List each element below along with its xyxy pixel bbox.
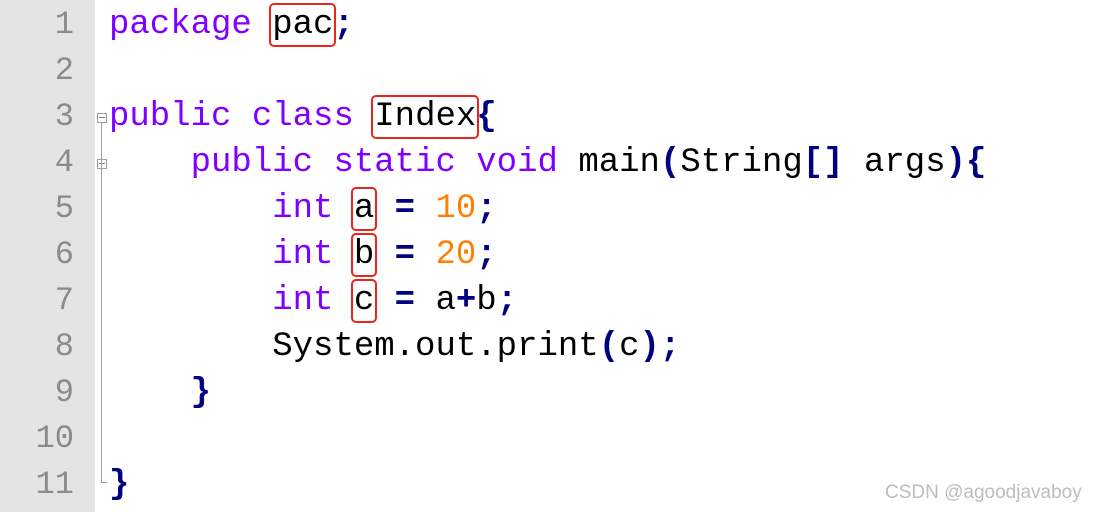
code-line[interactable]: 3 public class Index{	[0, 94, 1107, 140]
identifier-token: b	[476, 282, 497, 320]
identifier-token: main	[578, 144, 660, 182]
code-text: }	[109, 370, 211, 416]
line-number: 11	[35, 466, 74, 503]
code-line[interactable]: 6 int b = 20;	[0, 232, 1107, 278]
code-line[interactable]: 8 System.out.print(c);	[0, 324, 1107, 370]
operator-token: ;	[659, 328, 681, 366]
highlighted-identifier: pac	[269, 3, 337, 47]
line-number: 2	[54, 52, 74, 89]
identifier-token: System.out.print	[272, 328, 599, 366]
code-line[interactable]: 2	[0, 48, 1107, 94]
highlighted-identifier: a	[350, 187, 378, 231]
keyword-token: class	[251, 98, 354, 136]
code-text: int b = 20;	[109, 232, 497, 278]
fold-toggle-icon[interactable]	[97, 113, 107, 123]
keyword-token: public	[109, 98, 232, 136]
code-line[interactable]: 10	[0, 416, 1107, 462]
fold-toggle-icon[interactable]	[97, 159, 107, 169]
line-number: 9	[54, 374, 74, 411]
line-number: 1	[54, 6, 74, 43]
operator-token: {	[476, 98, 497, 136]
operator-token: ;	[476, 190, 497, 228]
keyword-token: int	[272, 236, 334, 274]
code-line[interactable]: 9 }	[0, 370, 1107, 416]
code-line[interactable]: 7 int c = a+b;	[0, 278, 1107, 324]
line-number: 6	[54, 236, 74, 273]
operator-token: (	[659, 144, 681, 182]
operator-token: )	[945, 144, 967, 182]
operator-token: =	[394, 282, 416, 320]
operator-token: {	[966, 144, 987, 182]
operator-token: +	[455, 282, 477, 320]
operator-token: =	[394, 190, 416, 228]
watermark-text: CSDN @agoodjavaboy ⁡	[884, 482, 1087, 503]
line-number: 10	[35, 420, 74, 457]
code-text: int c = a+b;	[109, 278, 517, 324]
operator-token: =	[394, 236, 416, 274]
code-text: public class Index{	[109, 94, 497, 140]
operator-token: (	[598, 328, 620, 366]
highlighted-identifier: b	[350, 233, 378, 277]
code-line[interactable]: 5 int a = 10;	[0, 186, 1107, 232]
line-number: 8	[54, 328, 74, 365]
code-editor[interactable]: 1 package pac; 2 3 public class Index{4 publ…	[0, 0, 1107, 512]
line-number: 7	[54, 282, 74, 319]
line-number: 5	[54, 190, 74, 227]
code-line[interactable]: 1 package pac;	[0, 2, 1107, 48]
operator-token: }	[190, 374, 212, 412]
operator-token: []	[802, 144, 844, 182]
code-text: package pac;	[109, 2, 354, 48]
fold-guide-line	[101, 122, 102, 482]
line-number: 4	[54, 144, 74, 181]
code-line[interactable]: 4 public static void main(String[] args)…	[0, 140, 1107, 186]
code-text: System.out.print(c);	[109, 324, 680, 370]
keyword-token: int	[272, 282, 334, 320]
operator-token: }	[109, 466, 130, 504]
operator-token: ;	[496, 282, 518, 320]
identifier-token: args	[863, 144, 946, 182]
number-token: 20	[435, 236, 477, 274]
code-text: int a = 10;	[109, 186, 497, 232]
code-text: public static void main(String[] args){	[109, 140, 987, 186]
identifier-token: a	[435, 282, 456, 320]
number-token: 10	[435, 190, 477, 228]
highlighted-identifier: Index	[371, 95, 480, 139]
line-number: 3	[54, 98, 74, 135]
keyword-token: package	[109, 6, 252, 44]
operator-token: ;	[333, 6, 354, 44]
identifier-token: String	[680, 144, 803, 182]
operator-token: ;	[476, 236, 497, 274]
identifier-token: c	[619, 328, 640, 366]
operator-token: )	[639, 328, 660, 366]
keyword-token: static	[333, 144, 456, 182]
keyword-token: public	[190, 144, 314, 182]
keyword-token: int	[272, 190, 334, 228]
fold-end-marker	[101, 482, 107, 483]
keyword-token: void	[476, 144, 558, 182]
code-text: }	[109, 462, 129, 508]
highlighted-identifier: c	[350, 279, 378, 323]
